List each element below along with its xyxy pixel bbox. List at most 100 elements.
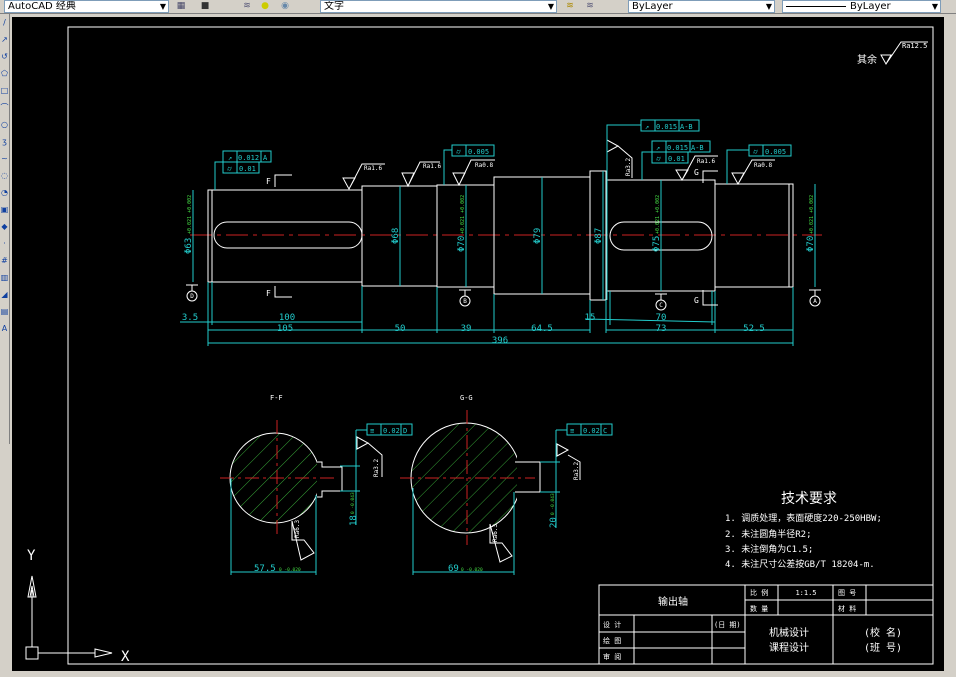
circle-icon[interactable]: ○ (0, 116, 9, 133)
insert-block-icon[interactable]: ▣ (0, 201, 9, 218)
tol-69: 0 -0.020 (461, 567, 483, 573)
color-dropdown[interactable]: ByLayer ▼ (628, 0, 775, 13)
tol-57-5: 0 -0.020 (279, 567, 301, 573)
ucs-icon (25, 575, 113, 660)
section-gg-title: G-G (460, 394, 473, 402)
dim-73: 73 (656, 324, 667, 334)
tech-requirements-title: 技术要求 (781, 491, 837, 507)
arc-icon[interactable]: ⌒ (0, 99, 9, 116)
drawing-canvas[interactable]: 其余 Ra12.5 Φ63 Φ68 Φ70 Φ79 Φ87 Φ75 Φ70 +0… (12, 17, 944, 671)
tol-phi70-b: +0.021 +0.002 (809, 195, 815, 234)
course-name-1: 机械设计 (769, 626, 809, 639)
tol-20: 0 -0.043 (550, 493, 556, 515)
quantity-label: 数 量 (750, 604, 768, 613)
workspace-dropdown[interactable]: AutoCAD 经典 ▼ (4, 0, 169, 13)
layer-dropdown[interactable]: 文字 ▼ (320, 0, 557, 13)
class-number: (班 号) (864, 642, 902, 654)
gradient-icon[interactable]: ▥ (0, 269, 9, 286)
fcf9-datum: C (603, 427, 607, 435)
fcf3-value: 0.005 (468, 148, 489, 156)
fcf6-value: 0.01 (668, 155, 685, 163)
drafter-label: 绘 图 (603, 636, 621, 645)
save-workspace-icon[interactable]: ■ (200, 1, 210, 11)
spline-icon[interactable]: ~ (0, 150, 9, 167)
top-toolbar: AutoCAD 经典 ▼ ▦ ■ ≋ ● ◉ 文字 ▼ ≋ ≋ ByLayer ▼ B… (0, 0, 956, 14)
dim-phi63: Φ63 (184, 238, 194, 254)
linetype-value: ByLayer (850, 1, 891, 12)
dim-70: 70 (656, 313, 667, 323)
tech-requirement-2: 2. 未注圆角半径R2; (725, 528, 812, 540)
design-label: 设 计 (603, 620, 621, 629)
ellipse-arc-icon[interactable]: ◔ (0, 184, 9, 201)
cut-label-g-bottom: G (694, 296, 699, 305)
ra-7: Ra3.2 (373, 459, 380, 477)
other-finish-label: 其余 (857, 53, 877, 66)
tech-requirement-3: 3. 未注倒角为C1.5; (725, 543, 813, 555)
polygon-icon[interactable]: ⬠ (0, 65, 9, 82)
draw-toolbar: / ↗ ↺ ⬠ □ ⌒ ○ ʒ ~ ◌ ◔ ▣ ◆ · # ▥ ◢ ▤ A (0, 14, 10, 444)
cut-label-f-bottom: F (266, 289, 271, 298)
course-name-2: 课程设计 (769, 641, 809, 654)
dim-phi70-a: Φ70 (457, 236, 467, 252)
dim-64-5: 64.5 (531, 324, 553, 334)
linetype-dropdown[interactable]: ByLayer ▼ (782, 0, 941, 13)
dim-phi70-b: Φ70 (806, 236, 816, 252)
fcf1-datum: A (263, 154, 268, 162)
fcf8-datum: D (403, 427, 407, 435)
hatch-icon[interactable]: # (0, 252, 9, 269)
make-block-icon[interactable]: ◆ (0, 218, 9, 235)
dim-105: 105 (277, 324, 293, 334)
runout-icon: ↗ (645, 123, 649, 131)
revision-cloud-icon[interactable]: ʒ (0, 133, 9, 150)
fcf4-datum: A-B (680, 123, 693, 131)
construction-line-icon[interactable]: ↗ (0, 31, 9, 48)
dim-20: 20 (549, 517, 559, 528)
layer-previous-icon[interactable]: ≋ (585, 1, 595, 11)
layer-manager-icon[interactable]: ≋ (242, 1, 252, 11)
cylindricity-icon: ⌭ (456, 148, 461, 156)
fcf5-value: 0.015 (667, 144, 688, 152)
material-label: 材 料 (838, 604, 856, 613)
make-current-layer-icon[interactable]: ≋ (565, 1, 575, 11)
layer-freeze-icon[interactable]: ◉ (280, 1, 290, 11)
tol-phi63: +0.021 +0.002 (187, 195, 193, 234)
dim-phi87: Φ87 (594, 228, 604, 244)
region-icon[interactable]: ◢ (0, 286, 9, 303)
ellipse-icon[interactable]: ◌ (0, 167, 9, 184)
table-icon[interactable]: ▤ (0, 303, 9, 320)
mtext-icon[interactable]: A (0, 320, 9, 337)
layer-value: 文字 (324, 1, 344, 12)
tol-phi70-a: +0.021 +0.002 (460, 195, 466, 234)
layer-on-icon[interactable]: ● (260, 1, 270, 11)
chevron-down-icon: ▼ (159, 2, 166, 11)
fcf2-value: 0.01 (239, 165, 256, 173)
ra-2: Ra1.6 (423, 163, 441, 170)
fcf1-value: 0.012 (238, 154, 259, 162)
ra-8: Ra6.3 (294, 520, 301, 538)
tech-requirement-4: 4. 未注尺寸公差按GB/T 18204-m. (725, 558, 875, 570)
fcf8-value: 0.02 (383, 427, 400, 435)
dim-15: 15 (585, 313, 596, 323)
dim-3-5: 3.5 (182, 313, 198, 323)
line-icon[interactable]: / (0, 14, 9, 31)
vertical-scrollbar[interactable] (945, 17, 956, 671)
datum-a: A (813, 298, 817, 305)
scale-value: 1:1.5 (795, 589, 816, 597)
workspace-settings-icon[interactable]: ▦ (176, 1, 186, 11)
polyline-icon[interactable]: ↺ (0, 48, 9, 65)
cylindricity-icon: ⌭ (753, 148, 758, 156)
fcf4-value: 0.015 (656, 123, 677, 131)
dim-100: 100 (279, 313, 295, 323)
reviewer-label: 审 阅 (603, 652, 621, 661)
ra-1: Ra1.6 (364, 165, 382, 172)
gdt-frames (214, 119, 792, 300)
ra-4: Ra3.2 (625, 158, 632, 176)
part-name: 输出轴 (658, 595, 688, 608)
dim-phi75: Φ75 (652, 236, 662, 252)
chevron-down-icon: ▼ (547, 2, 554, 11)
cut-label-g-top: G (694, 168, 699, 177)
dim-phi79: Φ79 (533, 228, 543, 244)
runout-icon: ↗ (656, 144, 660, 152)
point-icon[interactable]: · (0, 235, 9, 252)
rectangle-icon[interactable]: □ (0, 82, 9, 99)
